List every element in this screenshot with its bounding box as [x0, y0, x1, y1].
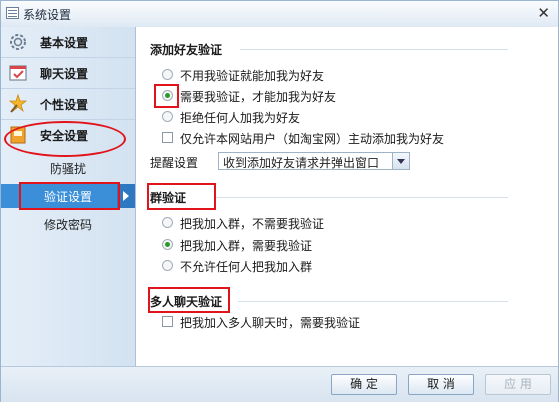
- checkbox[interactable]: [162, 132, 173, 143]
- option-label: 仅允许本网站用户（如淘宝网）主动添加我为好友: [180, 132, 445, 146]
- sidebar-subitem-anti-harassment[interactable]: 防骚扰: [1, 156, 135, 180]
- radio-group-need-verify[interactable]: 把我加入群，需要我验证: [162, 237, 462, 255]
- section-title-multi-chat-verify: 多人聊天验证: [150, 295, 223, 309]
- sidebar-subitem-verification[interactable]: 验证设置: [1, 184, 135, 208]
- radio-button[interactable]: [162, 260, 173, 271]
- settings-window: 系统设置 ✕ 基本设置 聊天设置 个性设置 安全设置 防骚扰 验证设置 修改密码…: [0, 0, 559, 402]
- footer-bar: 确 定 取 消 应 用: [1, 366, 558, 402]
- sidebar-item-personal[interactable]: 个性设置: [1, 89, 135, 120]
- radio-group-reject-all[interactable]: 不允许任何人把我加入群: [162, 258, 462, 276]
- gear-icon: [10, 34, 26, 50]
- radio-button[interactable]: [162, 217, 173, 228]
- chevron-right-icon: [117, 184, 135, 208]
- section-title-friend-verify: 添加好友验证: [150, 43, 223, 57]
- window-icon: [6, 7, 19, 19]
- sidebar-item-label: 基本设置: [40, 36, 89, 50]
- checkbox-multi-chat-verify[interactable]: 把我加入多人聊天时，需要我验证: [162, 314, 462, 332]
- radio-button-checked[interactable]: [162, 239, 173, 250]
- cancel-button[interactable]: 取 消: [408, 374, 474, 395]
- chat-window-icon: [9, 65, 27, 81]
- reminder-select[interactable]: 收到添加好友请求并弹出窗口: [218, 152, 410, 170]
- sidebar-item-label: 安全设置: [40, 129, 89, 143]
- sidebar: 基本设置 聊天设置 个性设置 安全设置 防骚扰 验证设置 修改密码: [1, 27, 136, 366]
- lock-icon: [10, 126, 26, 144]
- checkbox[interactable]: [162, 316, 173, 327]
- apply-button[interactable]: 应 用: [485, 374, 551, 395]
- sidebar-subitem-change-password[interactable]: 修改密码: [1, 212, 135, 236]
- settings-content: 添加好友验证 不用我验证就能加我为好友 需要我验证，才能加我为好友 拒绝任何人加…: [136, 27, 558, 366]
- chevron-down-icon[interactable]: [392, 153, 409, 169]
- section-divider: [216, 197, 508, 198]
- radio-group-no-verify[interactable]: 把我加入群，不需要我验证: [162, 215, 462, 233]
- sidebar-item-basic[interactable]: 基本设置: [1, 27, 135, 58]
- option-label: 把我加入群，需要我验证: [180, 239, 313, 253]
- sidebar-subitem-label: 防骚扰: [49, 162, 86, 176]
- option-label: 不允许任何人把我加入群: [180, 260, 313, 274]
- option-label: 把我加入群，不需要我验证: [180, 217, 325, 231]
- star-wand-icon: [8, 94, 28, 113]
- ok-button[interactable]: 确 定: [331, 374, 397, 395]
- radio-button[interactable]: [162, 111, 173, 122]
- title-bar[interactable]: 系统设置 ✕: [1, 1, 558, 28]
- option-label: 需要我验证，才能加我为好友: [180, 90, 337, 104]
- reminder-label: 提醒设置: [150, 156, 199, 170]
- radio-reject-all[interactable]: 拒绝任何人加我为好友: [162, 109, 462, 127]
- reminder-select-value: 收到添加好友请求并弹出窗口: [223, 156, 380, 170]
- sidebar-item-label: 个性设置: [40, 98, 89, 112]
- sidebar-item-chat[interactable]: 聊天设置: [1, 58, 135, 89]
- option-label: 拒绝任何人加我为好友: [180, 111, 301, 125]
- option-label: 不用我验证就能加我为好友: [180, 69, 325, 83]
- radio-need-verify[interactable]: 需要我验证，才能加我为好友: [162, 88, 462, 106]
- sidebar-subitem-label: 验证设置: [43, 190, 92, 204]
- sidebar-item-label: 聊天设置: [40, 67, 89, 81]
- sidebar-subitem-label: 修改密码: [43, 218, 92, 232]
- close-icon[interactable]: ✕: [537, 4, 550, 22]
- checkbox-taobao-only[interactable]: 仅允许本网站用户（如淘宝网）主动添加我为好友: [162, 130, 552, 148]
- window-title: 系统设置: [23, 8, 72, 22]
- radio-button-checked[interactable]: [162, 90, 173, 101]
- radio-button[interactable]: [162, 69, 173, 80]
- option-label: 把我加入多人聊天时，需要我验证: [180, 316, 361, 330]
- sidebar-item-security[interactable]: 安全设置: [1, 120, 135, 150]
- section-divider: [240, 49, 508, 50]
- section-title-group-verify: 群验证: [150, 191, 187, 205]
- section-divider: [238, 301, 508, 302]
- radio-no-verify[interactable]: 不用我验证就能加我为好友: [162, 67, 462, 85]
